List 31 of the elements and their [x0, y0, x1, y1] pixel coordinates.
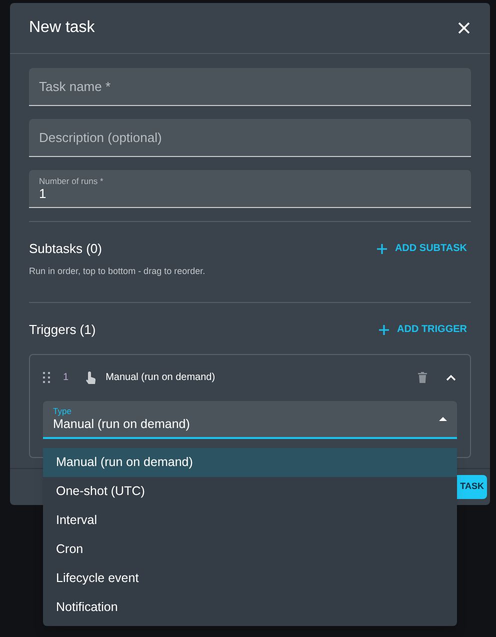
dropdown-option[interactable]: Cron [43, 535, 457, 564]
section-title: Subtasks (0) [29, 240, 102, 258]
select-value: Manual (run on demand) [53, 416, 191, 432]
section-title: Triggers (1) [29, 321, 96, 339]
trigger-number: 1 [63, 371, 69, 385]
plus-icon [376, 244, 387, 254]
field-label: Number of runs * [39, 176, 104, 186]
create-task-button[interactable]: TASK [456, 475, 487, 499]
dropdown-arrow-icon [439, 416, 447, 420]
add-trigger-button[interactable]: ADD TRIGGER [379, 322, 471, 338]
dropdown-option[interactable]: One-shot (UTC) [43, 477, 457, 506]
add-subtask-button[interactable]: ADD SUBTASK [376, 241, 471, 256]
type-select[interactable]: Type Manual (run on demand) [43, 400, 457, 438]
field-label: Type [53, 406, 72, 416]
close-icon [458, 22, 470, 34]
pointing-hand-icon [84, 370, 96, 384]
input-field[interactable]: Task name * [29, 68, 471, 106]
input-field[interactable]: Description (optional) [29, 119, 471, 157]
drag-handle-icon[interactable] [43, 372, 50, 383]
chevron-up-icon [446, 374, 456, 381]
delete-icon[interactable] [418, 372, 427, 383]
input-field[interactable]: Number of runs * 1 [29, 170, 471, 208]
dropdown-option[interactable]: Manual (run on demand) [43, 448, 457, 477]
trigger-name: Manual (run on demand) [106, 371, 216, 385]
dropdown-option[interactable]: Lifecycle event [43, 564, 457, 593]
dialog-title: New task [29, 18, 95, 38]
dropdown-option[interactable]: Notification [43, 593, 457, 622]
subtasks-hint: Run in order, top to bottom - drag to reorder. [29, 264, 206, 278]
dropdown-option[interactable]: Interval [43, 506, 457, 535]
field-value: 1 [39, 186, 48, 202]
plus-icon [379, 324, 389, 335]
